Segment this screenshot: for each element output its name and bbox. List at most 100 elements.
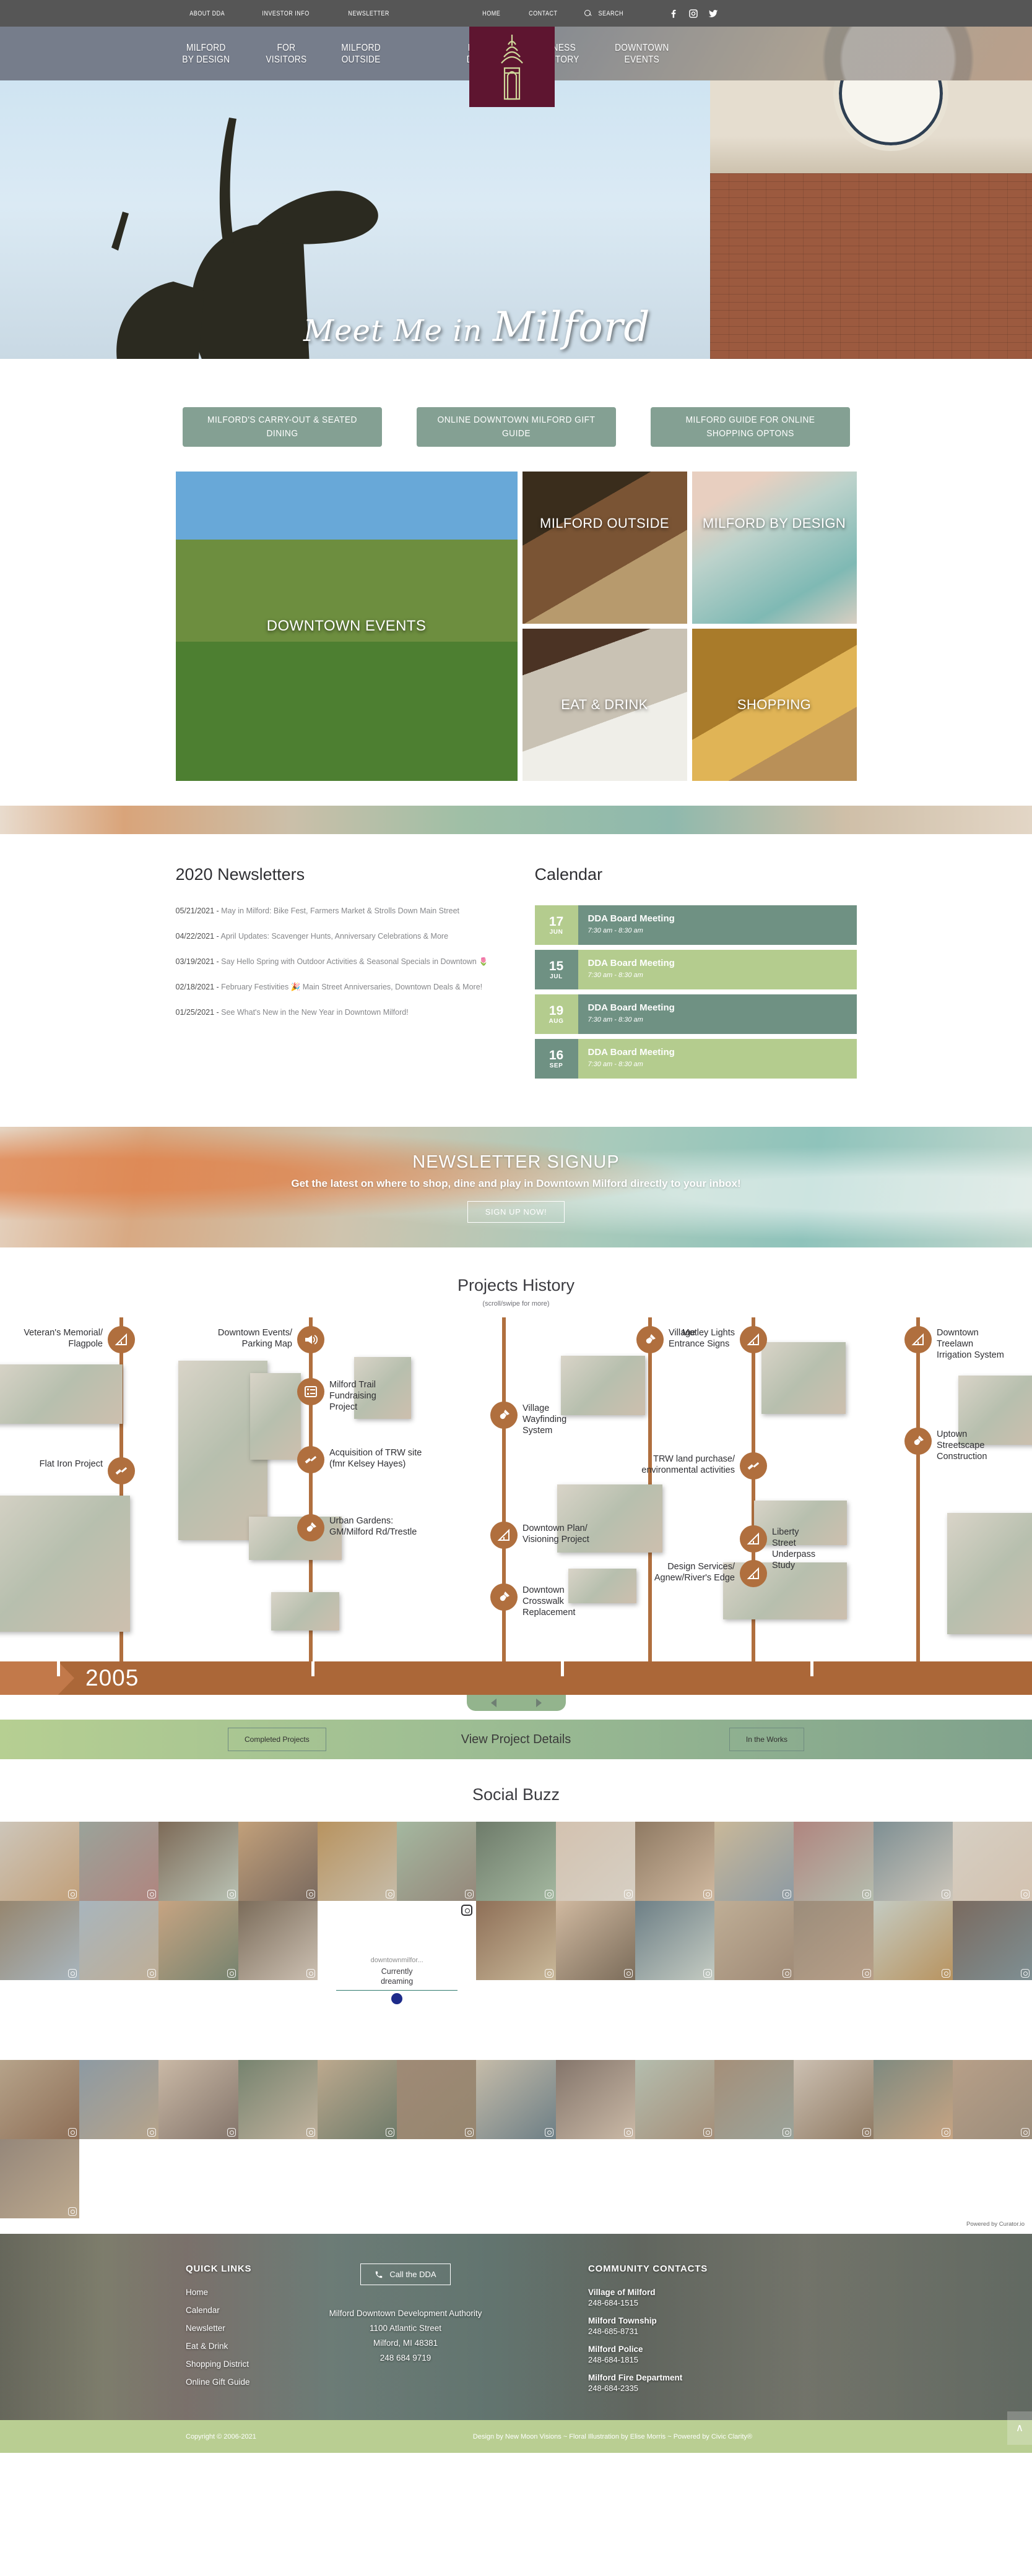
newsletter-title-link[interactable]: May in Milford: Bike Fest, Farmers Marke…	[221, 907, 459, 915]
instagram-post[interactable]	[555, 1822, 635, 1902]
instagram-post[interactable]	[714, 2059, 794, 2139]
cta-gift-guide[interactable]: ONLINE DOWNTOWN MILFORD GIFT GUIDE	[416, 407, 616, 447]
instagram-post[interactable]	[635, 1822, 715, 1902]
instagram-post[interactable]	[952, 1822, 1032, 1902]
instagram-post[interactable]	[158, 2059, 238, 2139]
tile-milford-outside[interactable]: MILFORD OUTSIDE	[522, 472, 687, 624]
timeline-node[interactable]	[904, 1428, 932, 1455]
calendar-event[interactable]: 16 SEP DDA Board Meeting 7:30 am - 8:30 am	[534, 1039, 857, 1079]
twitter-icon[interactable]	[708, 8, 719, 19]
calendar-event[interactable]: 19 AUG DDA Board Meeting 7:30 am - 8:30 am	[534, 994, 857, 1034]
utility-link-newsletter[interactable]: NEWSLETTER	[348, 10, 389, 17]
calendar-event[interactable]: 15 JUL DDA Board Meeting 7:30 am - 8:30 am	[534, 950, 857, 989]
instagram-post[interactable]	[714, 1901, 794, 1981]
instagram-post[interactable]	[873, 2059, 953, 2139]
instagram-post[interactable]	[555, 1901, 635, 1981]
instagram-icon[interactable]	[688, 8, 699, 19]
instagram-post[interactable]	[794, 1822, 874, 1902]
timeline-node[interactable]	[740, 1452, 767, 1480]
instagram-post[interactable]	[714, 1822, 794, 1902]
footer-quick-link[interactable]: Newsletter	[186, 2324, 260, 2333]
footer-quick-link[interactable]: Eat & Drink	[186, 2341, 260, 2351]
nav-item-downtown-events[interactable]: DOWNTOWN EVENTS	[615, 42, 669, 66]
instagram-post[interactable]	[794, 1901, 874, 1981]
instagram-post[interactable]	[397, 2059, 477, 2139]
view-project-details-label[interactable]: View Project Details	[461, 1733, 571, 1747]
newsletter-item[interactable]: 02/18/2021 - February Festivities 🎉 Main…	[176, 981, 498, 993]
site-logo[interactable]	[469, 27, 555, 107]
instagram-post[interactable]	[79, 2059, 159, 2139]
timeline-node[interactable]	[297, 1378, 324, 1405]
footer-quick-link[interactable]: Shopping District	[186, 2359, 260, 2369]
instagram-post[interactable]	[158, 1822, 238, 1902]
footer-quick-link[interactable]: Calendar	[186, 2306, 260, 2315]
search-button[interactable]: SEARCH	[584, 9, 626, 17]
tile-milford-by-design[interactable]: MILFORD BY DESIGN	[692, 472, 857, 624]
timeline-node[interactable]	[297, 1446, 324, 1473]
cta-online-shopping[interactable]: MILFORD GUIDE FOR ONLINE SHOPPING OPTONS	[650, 407, 850, 447]
instagram-post[interactable]	[238, 1822, 318, 1902]
tile-shopping[interactable]: SHOPPING	[692, 629, 857, 781]
timeline-node[interactable]	[740, 1560, 767, 1587]
nav-item-milford-outside[interactable]: MILFORD OUTSIDE	[342, 42, 381, 66]
instagram-post[interactable]	[317, 1822, 397, 1902]
instagram-post[interactable]	[397, 1822, 477, 1902]
tile-eat-drink[interactable]: EAT & DRINK	[522, 629, 687, 781]
newsletter-title-link[interactable]: Say Hello Spring with Outdoor Activities…	[221, 957, 488, 966]
contact-phone[interactable]: 248-684-1515	[588, 2298, 836, 2307]
utility-link-investor-info[interactable]: INVESTOR INFO	[262, 10, 310, 17]
footer-quick-link[interactable]: Online Gift Guide	[186, 2377, 260, 2387]
timeline-node[interactable]	[490, 1583, 518, 1611]
contact-phone[interactable]: 248-684-1815	[588, 2355, 836, 2364]
timeline-node[interactable]	[636, 1326, 664, 1353]
instagram-post[interactable]	[0, 2059, 80, 2139]
newsletter-item[interactable]: 05/21/2021 - May in Milford: Bike Fest, …	[176, 905, 498, 917]
instagram-post[interactable]	[238, 2059, 318, 2139]
timeline-node[interactable]	[297, 1326, 324, 1353]
instagram-post[interactable]	[794, 2059, 874, 2139]
newsletter-item[interactable]: 04/22/2021 - April Updates: Scavenger Hu…	[176, 931, 498, 942]
instagram-post[interactable]	[79, 1901, 159, 1981]
contact-phone[interactable]: 248-684-2335	[588, 2384, 836, 2393]
instagram-post[interactable]	[873, 1901, 953, 1981]
newsletter-item[interactable]: 03/19/2021 - Say Hello Spring with Outdo…	[176, 956, 498, 968]
instagram-post[interactable]	[0, 1822, 80, 1902]
instagram-post[interactable]	[476, 1822, 556, 1902]
instagram-post[interactable]	[873, 1822, 953, 1902]
timeline-node[interactable]	[904, 1326, 932, 1353]
timeline-prev-arrow-icon[interactable]	[490, 1699, 496, 1707]
newsletter-title-link[interactable]: February Festivities 🎉 Main Street Anniv…	[221, 983, 482, 991]
in-the-works-button[interactable]: In the Works	[729, 1728, 804, 1751]
utility-link-contact[interactable]: CONTACT	[529, 10, 557, 17]
instagram-post[interactable]	[0, 1901, 80, 1981]
facebook-icon[interactable]	[668, 8, 679, 19]
instagram-post[interactable]	[317, 2059, 397, 2139]
timeline-node[interactable]	[108, 1326, 135, 1353]
cta-carry-out-dining[interactable]: MILFORD'S CARRY-OUT & SEATED DINING	[182, 407, 382, 447]
tile-downtown-events[interactable]: DOWNTOWN EVENTS	[175, 472, 518, 781]
completed-projects-button[interactable]: Completed Projects	[228, 1728, 326, 1751]
timeline-node[interactable]	[297, 1514, 324, 1541]
instagram-post[interactable]	[476, 2059, 556, 2139]
projects-timeline[interactable]: Veteran's Memorial/Flagpole Flat Iron Pro…	[0, 1317, 1032, 1664]
timeline-next-arrow-icon[interactable]	[536, 1699, 542, 1707]
instagram-post[interactable]	[635, 1901, 715, 1981]
timeline-node[interactable]	[740, 1525, 767, 1553]
signup-button[interactable]: SIGN UP NOW!	[467, 1200, 565, 1223]
timeline-node[interactable]	[490, 1522, 518, 1549]
newsletter-title-link[interactable]: See What's New in the New Year in Downto…	[221, 1008, 409, 1017]
timeline-node[interactable]	[108, 1457, 135, 1484]
newsletter-title-link[interactable]: April Updates: Scavenger Hunts, Annivers…	[220, 932, 448, 941]
utility-link-about-dda[interactable]: ABOUT DDA	[189, 10, 225, 17]
instagram-post[interactable]	[555, 2059, 635, 2139]
instagram-post[interactable]	[79, 1822, 159, 1902]
instagram-post[interactable]	[476, 1901, 556, 1981]
footer-quick-link[interactable]: Home	[186, 2288, 260, 2297]
instagram-post[interactable]	[952, 1901, 1032, 1981]
contact-phone[interactable]: 248-685-8731	[588, 2327, 836, 2336]
nav-item-milford-by-design[interactable]: MILFORD BY DESIGN	[182, 42, 230, 66]
call-dda-button[interactable]: Call the DDA	[360, 2264, 451, 2286]
instagram-post[interactable]	[238, 1901, 318, 1981]
utility-link-home[interactable]: HOME	[482, 10, 500, 17]
instagram-post[interactable]	[952, 2059, 1032, 2139]
